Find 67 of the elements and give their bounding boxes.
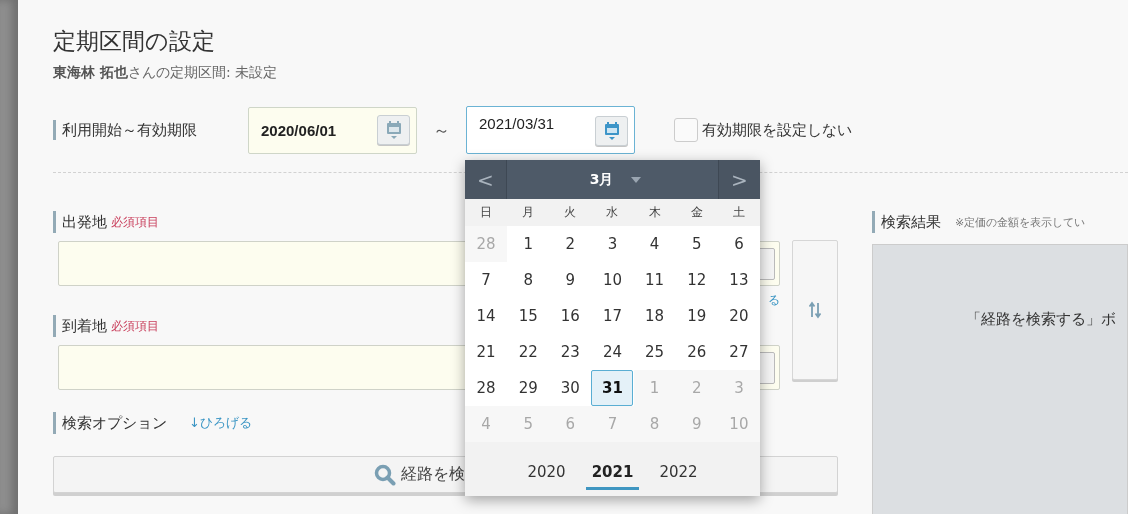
calendar-icon	[385, 120, 402, 140]
swap-arrows-icon	[809, 301, 821, 319]
calendar-day[interactable]: 16	[549, 298, 592, 334]
empty-message: 「経路を検索する」ボ	[966, 310, 1116, 330]
weekday-label: 火	[563, 204, 578, 221]
weekday-label: 金	[689, 204, 704, 221]
caret-icon	[631, 176, 642, 183]
checkbox-label: 有効期限を設定しない	[702, 120, 852, 140]
calendar-day[interactable]: 1	[507, 226, 550, 262]
swap-button[interactable]	[792, 240, 838, 380]
calendar-day[interactable]: 6	[717, 226, 760, 262]
year-tab[interactable]: 2021	[585, 456, 640, 490]
calendar-day[interactable]: 19	[675, 298, 718, 334]
subtitle: 東海林 拓也さんの定期区間: 未設定	[53, 63, 279, 82]
year-tab[interactable]: 2020	[521, 456, 572, 490]
calendar-day[interactable]: 13	[717, 262, 760, 298]
calendar-day[interactable]: 17	[591, 298, 634, 334]
calendar-day[interactable]: 3	[591, 226, 634, 262]
calendar-day[interactable]: 25	[633, 334, 676, 370]
calendar-day[interactable]: 24	[591, 334, 634, 370]
calendar-day[interactable]: 12	[675, 262, 718, 298]
month-dropdown[interactable]: 3月	[507, 160, 718, 199]
weekday-label: 日	[479, 204, 494, 221]
calendar-day[interactable]: 8	[507, 262, 550, 298]
year-tab[interactable]: 2022	[653, 456, 704, 490]
weekday-label: 土	[731, 204, 746, 221]
calendar-icon	[603, 121, 620, 141]
weekday-label: 水	[605, 204, 620, 221]
field-label: 到着地	[62, 316, 107, 336]
calendar-button[interactable]	[377, 115, 410, 145]
calendar-day[interactable]: 14	[465, 298, 508, 334]
calendar-day[interactable]: 11	[633, 262, 676, 298]
calendar-button[interactable]	[595, 116, 628, 146]
weekday-label: 月	[521, 204, 536, 221]
section-label: 検索オプション	[53, 412, 167, 434]
required-label: 必須項目	[111, 214, 159, 231]
calendar-day[interactable]: 5	[675, 226, 718, 262]
checkbox[interactable]	[674, 118, 698, 142]
start-date-field[interactable]: 2020/06/01	[248, 106, 417, 154]
dialog-title: 定期区間の設定	[53, 27, 216, 56]
calendar-day[interactable]: 30	[549, 370, 592, 406]
calendar-day[interactable]: 10	[591, 262, 634, 298]
calendar-day[interactable]: 23	[549, 334, 592, 370]
calendar-day[interactable]: 9	[549, 262, 592, 298]
field-label: 出発地	[62, 212, 107, 232]
next-month-button[interactable]: >	[718, 160, 760, 199]
calendar-day[interactable]: 4	[633, 226, 676, 262]
search-icon	[374, 463, 396, 486]
required-label: 必須項目	[111, 318, 159, 335]
calendar-day[interactable]: 20	[717, 298, 760, 334]
previous-month-button[interactable]: <	[465, 160, 507, 199]
calendar-day[interactable]: 27	[717, 334, 760, 370]
calendar-day[interactable]: 29	[507, 370, 550, 406]
range-separator: ～	[432, 118, 451, 142]
end-date-field[interactable]: 2021/03/31	[466, 106, 635, 154]
calendar-day[interactable]: 26	[675, 334, 718, 370]
note: ※定価の金額を表示してい	[955, 214, 1086, 230]
calendar-day[interactable]: 2	[549, 226, 592, 262]
section-label: 検索結果	[872, 211, 941, 233]
calendar-day[interactable]: 22	[507, 334, 550, 370]
calendar-day[interactable]: 18	[633, 298, 676, 334]
calendar-day[interactable]: 31	[591, 370, 634, 406]
calendar-day[interactable]: 7	[465, 262, 508, 298]
weekday-label: 木	[647, 204, 662, 221]
calendar-day[interactable]: 21	[465, 334, 508, 370]
calendar-day[interactable]: 15	[507, 298, 550, 334]
calendar-day[interactable]: 28	[465, 370, 508, 406]
